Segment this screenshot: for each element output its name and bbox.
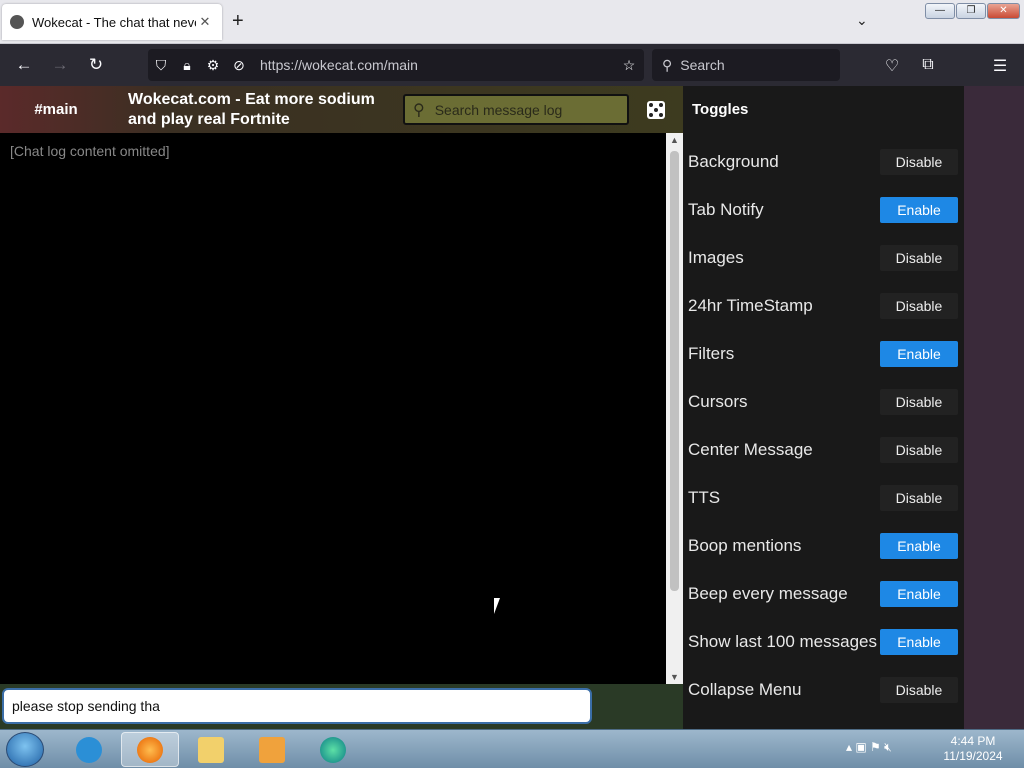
tab-close-icon[interactable]: ✕ [196, 14, 214, 30]
clock-time: 4:44 PM [950, 734, 996, 748]
file-explorer-icon[interactable] [182, 732, 240, 767]
clock-date: 11/19/2024 [943, 749, 1003, 763]
toggle-disable-button[interactable]: Disable [880, 437, 958, 463]
maximize-button[interactable]: ❐ [956, 3, 986, 19]
toggle-label: Beep every message [688, 584, 848, 603]
chat-log: [Chat log content omitted] [0, 133, 666, 684]
back-arrow-icon[interactable]: ← [6, 55, 42, 75]
toggle-row: Images Disable [683, 234, 964, 282]
bookmark-star-icon[interactable]: ☆ [614, 57, 644, 74]
close-window-button[interactable]: ✕ [987, 3, 1020, 19]
toggle-row: Beep every message Enable [683, 570, 964, 618]
toggle-label: Filters [688, 344, 735, 363]
tab-title: Wokecat - The chat that never [32, 14, 196, 30]
toggle-disable-button[interactable]: Disable [880, 485, 958, 511]
url-bar[interactable]: ⛉ 🔒︎ ⚙ ⊘ https://wokecat.com/main ☆ [148, 49, 644, 81]
toggle-label: TTS [688, 488, 721, 507]
chat-input[interactable]: please stop sending tha [2, 688, 592, 724]
extensions-icon[interactable]: ⧉ [916, 56, 940, 74]
start-button[interactable] [6, 732, 44, 767]
new-tab-button[interactable]: + [232, 10, 244, 33]
toggle-label: Collapse Menu [688, 680, 802, 699]
browser-tab-strip: Wokecat - The chat that never ✕ + ⌄ — ❐ … [0, 0, 1024, 44]
mouse-cursor [494, 598, 500, 614]
browser-nav-bar: ← → ↻ ⛉ 🔒︎ ⚙ ⊘ https://wokecat.com/main … [0, 44, 1024, 116]
toggle-label: Center Message [688, 440, 813, 459]
toggle-enable-button[interactable]: Enable [880, 533, 958, 559]
toggle-label: Cursors [688, 392, 748, 411]
internet-explorer-icon[interactable] [60, 732, 118, 767]
toggle-label: Tab Notify [688, 200, 764, 219]
toggle-row: Tab Notify Enable [683, 186, 964, 234]
windows-taskbar: ▴ ▣ ⚑ 🔇︎ 4:44 PM 11/19/2024 [0, 729, 1024, 768]
toggles-panel: Toggles Background Disable Tab Notify Enabl… [683, 86, 964, 729]
toggle-row: Collapse Menu Disable [683, 666, 964, 714]
permissions-icon[interactable]: ⚙ [200, 57, 226, 74]
toggle-disable-button[interactable]: Disable [880, 149, 958, 175]
toggle-label: Background [688, 152, 779, 171]
shield-icon[interactable]: ⛉ [148, 57, 174, 74]
scroll-up-icon[interactable]: ▲ [666, 135, 683, 145]
toggle-disable-button[interactable]: Disable [880, 293, 958, 319]
chat-input-bar: please stop sending tha [0, 684, 683, 729]
toggle-row: Background Disable [683, 138, 964, 186]
taskbar-clock[interactable]: 4:44 PM 11/19/2024 [930, 734, 1016, 764]
browser-search-placeholder: Search [680, 57, 725, 73]
site-favicon-icon [10, 15, 24, 29]
toggle-disable-button[interactable]: Disable [880, 677, 958, 703]
browser-search-box[interactable]: ⚲ Search [652, 49, 840, 81]
url-text[interactable]: https://wokecat.com/main [260, 57, 614, 73]
hamburger-menu-icon[interactable]: ☰ [988, 56, 1012, 76]
reload-icon[interactable]: ↻ [78, 55, 114, 75]
scroll-down-icon[interactable]: ▼ [666, 672, 683, 682]
media-player-icon[interactable] [243, 732, 301, 767]
site-title: Wokecat.com - Eat more sodium and play r… [128, 90, 375, 128]
toggle-row: Filters Enable [683, 330, 964, 378]
firefox-icon[interactable] [121, 732, 179, 767]
toggle-disable-button[interactable]: Disable [880, 389, 958, 415]
lock-icon[interactable]: 🔒︎ [174, 57, 200, 74]
toggle-enable-button[interactable]: Enable [880, 341, 958, 367]
minimize-button[interactable]: — [925, 3, 955, 19]
toggle-enable-button[interactable]: Enable [880, 629, 958, 655]
message-log-search[interactable]: ⚲ Search message log [403, 94, 629, 125]
toggle-enable-button[interactable]: Enable [880, 197, 958, 223]
toggle-disable-button[interactable]: Disable [880, 245, 958, 271]
toggle-row: Cursors Disable [683, 378, 964, 426]
tracking-blocked-icon[interactable]: ⊘ [226, 57, 252, 74]
message-log-search-placeholder: Search message log [434, 101, 563, 118]
toggle-row: Boop mentions Enable [683, 522, 964, 570]
toggle-row: Show last 100 messages Enable [683, 618, 964, 666]
dice-icon[interactable] [647, 101, 665, 119]
toggle-label: 24hr TimeStamp [688, 296, 813, 315]
right-edge-panel [964, 86, 1024, 729]
chat-header: #main Wokecat.com - Eat more sodium and … [0, 86, 683, 133]
pocket-icon[interactable]: ♡ [880, 56, 904, 76]
toggle-label: Show last 100 messages [688, 632, 877, 651]
toggle-row: TTS Disable [683, 474, 964, 522]
search-icon: ⚲ [662, 56, 673, 73]
toggle-row: Center Message Disable [683, 426, 964, 474]
toggle-enable-button[interactable]: Enable [880, 581, 958, 607]
search-icon: ⚲ [413, 101, 425, 119]
system-tray[interactable]: ▴ ▣ ⚑ 🔇︎ [846, 740, 892, 755]
edge-icon[interactable] [304, 732, 362, 767]
list-all-tabs-icon[interactable]: ⌄ [856, 12, 868, 29]
chat-log-placeholder: [Chat log content omitted] [10, 143, 170, 159]
browser-tab[interactable]: Wokecat - The chat that never ✕ [2, 4, 222, 40]
forward-arrow-icon[interactable]: → [42, 55, 78, 75]
channel-name[interactable]: #main [0, 101, 112, 118]
toggle-label: Images [688, 248, 744, 267]
chat-scrollbar[interactable]: ▲ ▼ [666, 133, 683, 684]
toggle-row: 24hr TimeStamp Disable [683, 282, 964, 330]
toggle-label: Boop mentions [688, 536, 802, 555]
scrollbar-thumb[interactable] [670, 151, 679, 591]
